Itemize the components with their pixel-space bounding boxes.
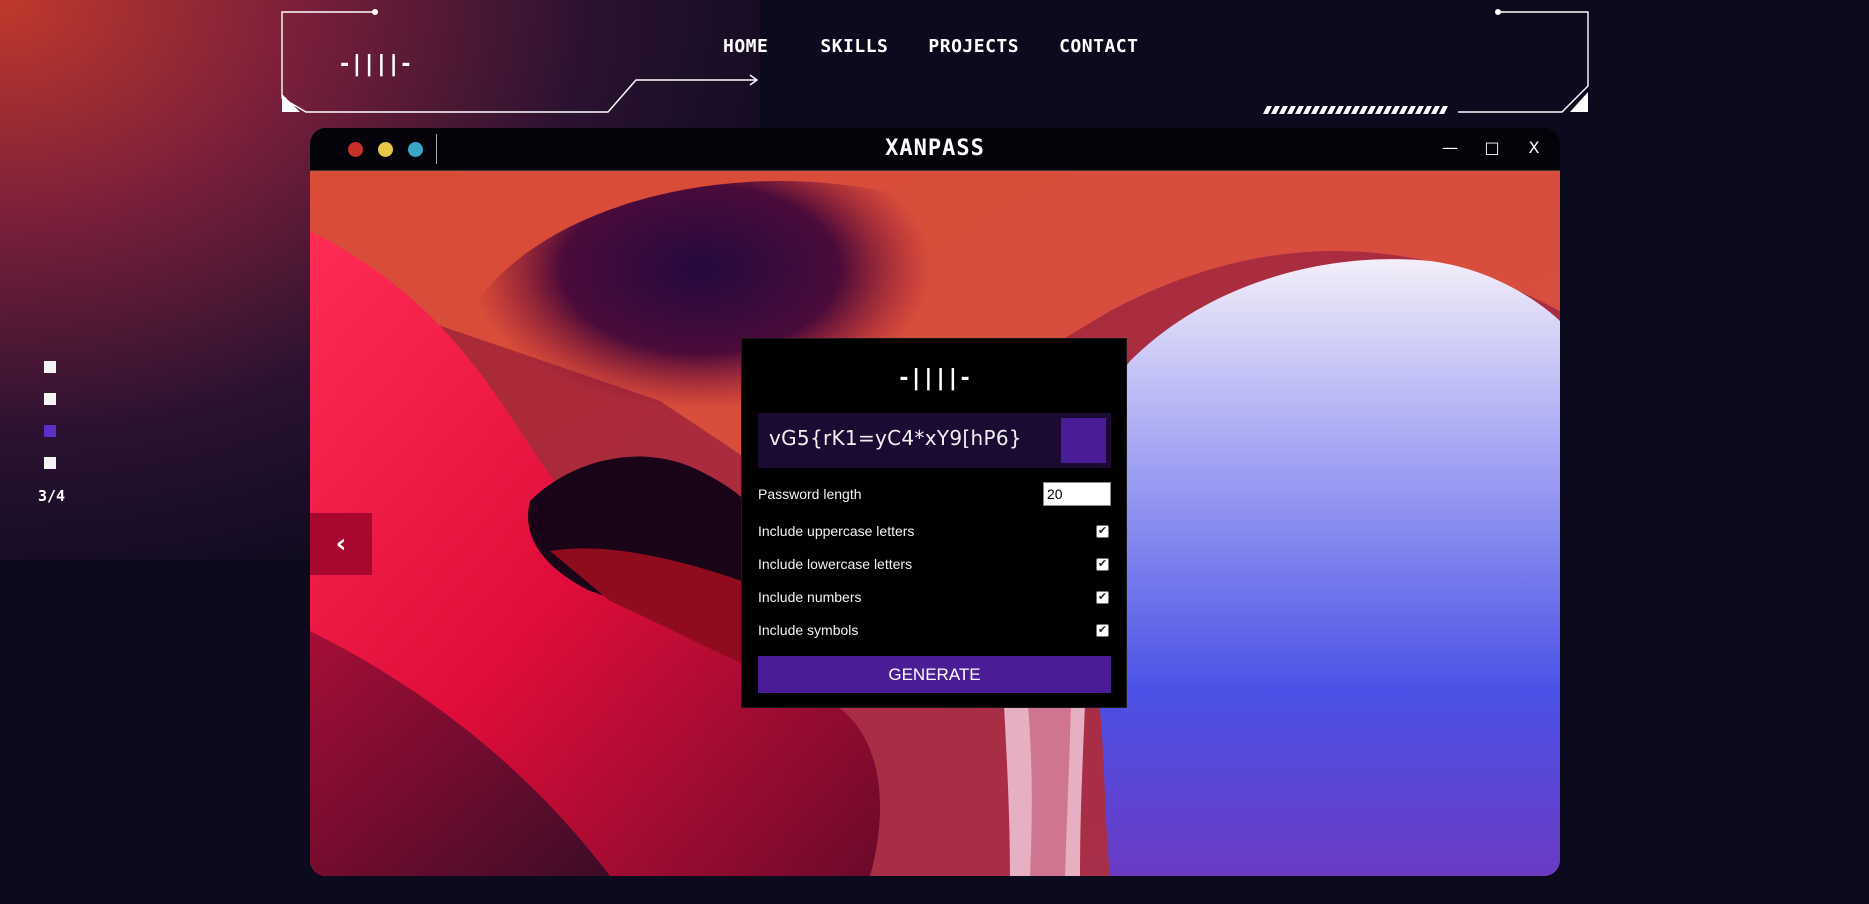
option-lowercase: Include lowercase letters ✔: [758, 553, 1111, 575]
uppercase-checkbox[interactable]: ✔: [1096, 524, 1109, 538]
nav-contact[interactable]: CONTACT: [1059, 36, 1138, 57]
option-label: Include numbers: [758, 589, 862, 605]
numbers-checkbox[interactable]: ✔: [1096, 590, 1109, 604]
pager-dot-3[interactable]: [44, 425, 56, 437]
minimize-button[interactable]: —: [1442, 138, 1458, 157]
symbols-checkbox[interactable]: ✔: [1096, 623, 1109, 637]
site-logo[interactable]: -||||-: [338, 52, 412, 77]
password-generator-panel: -||||- vG5{rK1=yC4*xY9[hP6} Password len…: [741, 338, 1127, 708]
pager-dot-1[interactable]: [44, 361, 56, 373]
prev-slide-button[interactable]: ‹: [310, 513, 372, 575]
option-label: Include symbols: [758, 622, 859, 638]
pager-dot-2[interactable]: [44, 393, 56, 405]
check-icon: ✔: [1097, 524, 1108, 537]
close-button[interactable]: X: [1526, 138, 1542, 157]
password-output: vG5{rK1=yC4*xY9[hP6}: [758, 413, 1111, 468]
header-frame: [281, 9, 1589, 114]
window-title: XANPASS: [885, 136, 985, 161]
check-icon: ✔: [1097, 623, 1108, 636]
password-value[interactable]: vG5{rK1=yC4*xY9[hP6}: [769, 426, 1022, 450]
option-label: Include lowercase letters: [758, 556, 913, 572]
pager-counter: 3/4: [38, 487, 66, 505]
check-icon: ✔: [1097, 590, 1108, 603]
option-symbols: Include symbols ✔: [758, 619, 1111, 641]
length-label: Password length: [758, 486, 862, 502]
length-input[interactable]: [1043, 482, 1111, 506]
window-controls: — □ X: [1442, 138, 1542, 157]
copy-button[interactable]: [1061, 418, 1106, 463]
window-titlebar: XANPASS — □ X: [310, 128, 1560, 171]
check-icon: ✔: [1097, 557, 1108, 570]
slide-pager: 3/4: [38, 361, 65, 505]
nav-projects[interactable]: PROJECTS: [928, 36, 1019, 57]
nav-home[interactable]: HOME: [723, 36, 768, 57]
pager-dot-4[interactable]: [44, 457, 56, 469]
option-uppercase: Include uppercase letters ✔: [758, 520, 1111, 542]
site-header: -||||- HOME SKILLS PROJECTS CONTACT: [278, 8, 1592, 118]
panel-logo: -||||-: [897, 366, 971, 391]
maximize-button[interactable]: □: [1484, 138, 1500, 157]
lowercase-checkbox[interactable]: ✔: [1096, 557, 1109, 571]
option-label: Include uppercase letters: [758, 523, 915, 539]
length-row: Password length: [758, 482, 1111, 506]
option-numbers: Include numbers ✔: [758, 586, 1111, 608]
generate-button[interactable]: GENERATE: [758, 656, 1111, 693]
main-nav: HOME SKILLS PROJECTS CONTACT: [723, 36, 1178, 57]
nav-skills[interactable]: SKILLS: [820, 36, 888, 57]
